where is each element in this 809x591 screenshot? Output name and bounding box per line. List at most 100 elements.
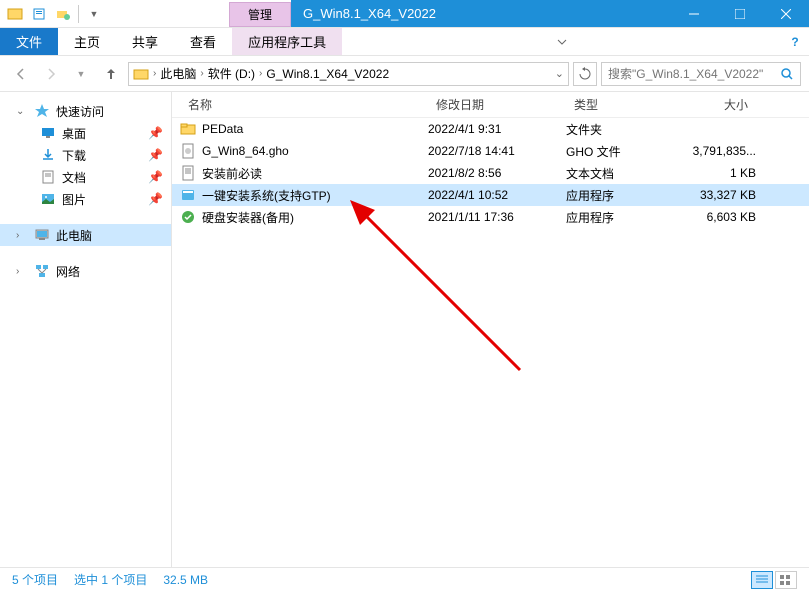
ribbon-tab-view[interactable]: 查看 — [174, 28, 232, 55]
txt-icon — [180, 165, 196, 181]
ribbon-expand-button[interactable] — [548, 36, 576, 48]
qat-dropdown[interactable]: ▼ — [83, 3, 105, 25]
column-type[interactable]: 类型 — [566, 96, 676, 113]
file-name: 安装前必读 — [202, 165, 262, 182]
file-type: 文本文档 — [566, 165, 676, 182]
minimize-button[interactable] — [671, 0, 717, 27]
file-name: G_Win8_64.gho — [202, 144, 289, 158]
pin-icon: 📌 — [148, 126, 163, 140]
contextual-tab-manage[interactable]: 管理 — [229, 2, 291, 27]
expand-icon[interactable]: › — [16, 266, 28, 277]
status-item-count: 5 个项目 — [12, 571, 58, 588]
file-row[interactable]: 安装前必读 2021/8/2 8:56 文本文档 1 KB — [172, 162, 809, 184]
column-headers: 名称 修改日期 类型 大小 — [172, 92, 809, 118]
qat-properties[interactable] — [28, 3, 50, 25]
app-icon — [4, 3, 26, 25]
qat-new-folder[interactable] — [52, 3, 74, 25]
file-size: 6,603 KB — [676, 210, 756, 224]
file-date: 2022/7/18 14:41 — [428, 144, 566, 158]
ribbon-tab-file[interactable]: 文件 — [0, 28, 58, 55]
breadcrumb-item[interactable]: 此电脑 — [160, 65, 196, 82]
nav-up-button[interactable] — [98, 61, 124, 87]
maximize-button[interactable] — [717, 0, 763, 27]
exe-green-icon — [180, 209, 196, 225]
ribbon-help-button[interactable]: ? — [781, 35, 809, 49]
tree-label: 文档 — [62, 169, 86, 186]
close-button[interactable] — [763, 0, 809, 27]
expand-icon[interactable]: ⌄ — [16, 106, 28, 117]
exe-blue-icon — [180, 187, 196, 203]
search-input[interactable] — [608, 67, 776, 81]
nav-back-button[interactable] — [8, 61, 34, 87]
tree-documents[interactable]: 文档 📌 — [0, 166, 171, 188]
file-date: 2022/4/1 9:31 — [428, 122, 566, 136]
refresh-button[interactable] — [573, 62, 597, 86]
star-icon — [34, 103, 50, 119]
file-name: 硬盘安装器(备用) — [202, 209, 294, 226]
view-details-button[interactable] — [751, 571, 773, 589]
file-list: 名称 修改日期 类型 大小 PEData 2022/4/1 9:31 文件夹 G… — [172, 92, 809, 567]
file-row[interactable]: 一键安装系统(支持GTP) 2022/4/1 10:52 应用程序 33,327… — [172, 184, 809, 206]
nav-recent-dropdown[interactable]: ▼ — [68, 61, 94, 87]
document-icon — [40, 169, 56, 185]
computer-icon — [34, 227, 50, 243]
file-row[interactable]: 硬盘安装器(备用) 2021/1/11 17:36 应用程序 6,603 KB — [172, 206, 809, 228]
file-row[interactable]: PEData 2022/4/1 9:31 文件夹 — [172, 118, 809, 140]
search-box[interactable] — [601, 62, 801, 86]
pin-icon: 📌 — [148, 192, 163, 206]
address-dropdown-icon[interactable]: ⌄ — [555, 67, 564, 80]
breadcrumb-item[interactable]: 软件 (D:) — [208, 65, 255, 82]
file-row[interactable]: G_Win8_64.gho 2022/7/18 14:41 GHO 文件 3,7… — [172, 140, 809, 162]
file-size: 1 KB — [676, 166, 756, 180]
status-bar: 5 个项目 选中 1 个项目 32.5 MB — [0, 567, 809, 591]
tree-label: 此电脑 — [56, 227, 92, 244]
network-icon — [34, 263, 50, 279]
tree-label: 桌面 — [62, 125, 86, 142]
tree-downloads[interactable]: 下载 📌 — [0, 144, 171, 166]
file-size: 3,791,835... — [676, 144, 756, 158]
tree-label: 网络 — [56, 263, 80, 280]
tree-pictures[interactable]: 图片 📌 — [0, 188, 171, 210]
breadcrumb-item[interactable]: G_Win8.1_X64_V2022 — [266, 67, 389, 81]
column-name[interactable]: 名称 — [180, 96, 428, 113]
view-icons-button[interactable] — [775, 571, 797, 589]
chevron-icon[interactable]: › — [259, 68, 262, 79]
chevron-icon[interactable]: › — [200, 68, 203, 79]
ribbon-tab-home[interactable]: 主页 — [58, 28, 116, 55]
download-icon — [40, 147, 56, 163]
status-selected-count: 选中 1 个项目 — [74, 571, 147, 588]
pin-icon: 📌 — [148, 170, 163, 184]
ribbon-tab-share[interactable]: 共享 — [116, 28, 174, 55]
window-title: G_Win8.1_X64_V2022 — [291, 0, 671, 27]
address-bar[interactable]: › 此电脑 › 软件 (D:) › G_Win8.1_X64_V2022 ⌄ — [128, 62, 569, 86]
expand-icon[interactable]: › — [16, 230, 28, 241]
tree-label: 快速访问 — [56, 103, 104, 120]
column-size[interactable]: 大小 — [676, 96, 756, 113]
file-name: 一键安装系统(支持GTP) — [202, 187, 331, 204]
folder-icon — [180, 121, 196, 137]
status-selected-size: 32.5 MB — [163, 573, 208, 587]
navigation-pane: ⌄ 快速访问 桌面 📌 下载 📌 文档 📌 图片 📌 › 此电脑 — [0, 92, 172, 567]
pin-icon: 📌 — [148, 148, 163, 162]
tree-desktop[interactable]: 桌面 📌 — [0, 122, 171, 144]
tree-label: 图片 — [62, 191, 86, 208]
quick-access-toolbar: ▼ — [0, 3, 109, 25]
tree-network[interactable]: › 网络 — [0, 260, 171, 282]
ribbon-tab-app-tools[interactable]: 应用程序工具 — [232, 28, 342, 55]
nav-forward-button[interactable] — [38, 61, 64, 87]
file-date: 2022/4/1 10:52 — [428, 188, 566, 202]
file-type: 文件夹 — [566, 121, 676, 138]
tree-this-pc[interactable]: › 此电脑 — [0, 224, 171, 246]
file-type: 应用程序 — [566, 187, 676, 204]
tree-quick-access[interactable]: ⌄ 快速访问 — [0, 100, 171, 122]
column-date[interactable]: 修改日期 — [428, 96, 566, 113]
file-date: 2021/1/11 17:36 — [428, 210, 566, 224]
search-icon[interactable] — [780, 67, 794, 81]
file-name: PEData — [202, 122, 243, 136]
pictures-icon — [40, 191, 56, 207]
file-size: 33,327 KB — [676, 188, 756, 202]
file-date: 2021/8/2 8:56 — [428, 166, 566, 180]
tree-label: 下载 — [62, 147, 86, 164]
chevron-icon[interactable]: › — [153, 68, 156, 79]
file-type: GHO 文件 — [566, 143, 676, 160]
